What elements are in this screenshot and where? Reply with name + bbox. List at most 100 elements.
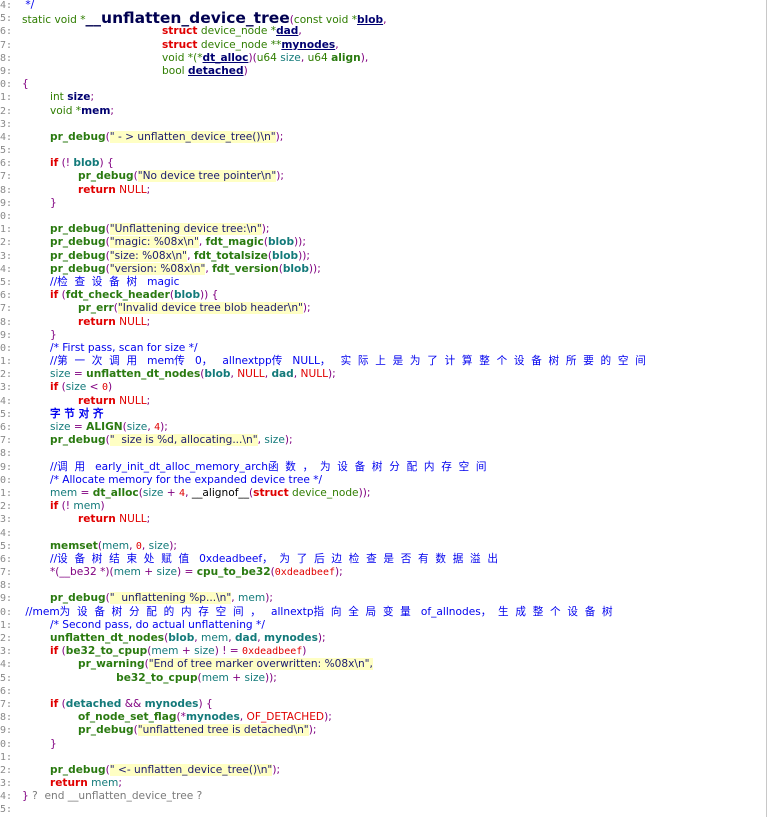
code-line[interactable]: 4:} ? end __unflatten_device_tree ? [0,790,766,803]
line-number: 8: [0,316,13,328]
code-line[interactable]: 9: } [0,329,766,342]
code-text: //第 一 次 调 用 mem传 0， allnextpp传 NULL， 实 际… [22,355,646,368]
punctuation: { [22,78,29,91]
code-line[interactable]: 9: bool detached) [0,65,766,78]
code-line[interactable]: 5: static void *__unflatten_device_tree(c… [0,10,766,26]
punctuation: , [198,236,206,249]
code-line[interactable]: 1: [0,751,766,764]
string-literal: "Invalid device tree blob header\n" [117,302,303,315]
code-line[interactable]: 4: pr_warning("End of tree marker overwr… [0,658,766,671]
code-line[interactable]: 9: //调 用 early_init_dt_alloc_memory_arch… [0,461,766,474]
line-number: 7: [0,567,13,579]
punctuation: , [298,25,302,38]
code-line[interactable]: 1: /* Second pass, do actual unflattenin… [0,619,766,632]
code-line[interactable]: 8: return NULL; [0,184,766,197]
variable: mem [113,566,141,579]
parameter: dt_alloc [202,51,249,64]
code-line[interactable]: 7: pr_debug("No device tree pointer\n"); [0,170,766,183]
code-line[interactable]: 2: if (! mem) [0,500,766,513]
code-line[interactable]: 1: //第 一 次 调 用 mem传 0， allnextpp传 NULL， … [0,355,766,368]
code-editor[interactable]: 4: */5: static void *__unflatten_device_t… [0,0,767,817]
code-line[interactable]: 6: struct device_node *dad, [0,25,766,38]
code-line[interactable]: 3: if (be32_to_cpup(mem + size) ! = 0xde… [0,645,766,658]
code-line[interactable]: 1: mem = dt_alloc(size + 4, __alignof__(… [0,487,766,500]
code-text: //调 用 early_init_dt_alloc_memory_arch函 数… [22,461,487,474]
code-line[interactable]: 2: void *mem; [0,105,766,118]
code-text: if (fdt_check_header(blob)) { [22,289,218,302]
line-number: 4: [0,395,13,407]
line-number: 2: [0,105,13,117]
code-line[interactable]: 2: pr_debug("magic: %08x\n", fdt_magic(b… [0,236,766,249]
code-line[interactable]: 9: } [0,197,766,210]
code-text: //mem为 设 备 树 分 配 的 内 存 空 间 ， allnextp指 向… [22,606,612,619]
code-text: /* First pass, scan for size */ [22,342,198,355]
code-line[interactable]: 0: [0,210,766,223]
function-call: pr_debug [50,223,106,236]
comment: 字 节 对 齐 [50,407,104,420]
code-line[interactable]: 4: return NULL; [0,395,766,408]
code-line[interactable]: 3: return mem; [0,777,766,790]
code-line[interactable]: 5: be32_to_cpup(mem + size)); [0,672,766,685]
code-line[interactable]: 6: //设 备 树 结 束 处 赋 值 0xdeadbeef， 为 了 后 边… [0,553,766,566]
comment: /* Second pass, do actual unflattening *… [50,618,265,631]
code-line[interactable]: 7: pr_debug(" size is %d, allocating...\… [0,434,766,447]
code-line[interactable]: 0: /* Allocate memory for the expanded d… [0,474,766,487]
line-number: 5: [0,804,13,816]
code-line[interactable]: 7: pr_err("Invalid device tree blob head… [0,302,766,315]
punctuation: ); [324,711,332,724]
code-line[interactable]: 8: [0,579,766,592]
code-line[interactable]: 3: pr_debug("size: %08x\n", fdt_totalsiz… [0,249,766,263]
code-line[interactable]: 6: size = ALIGN(size, 4); [0,421,766,434]
code-line[interactable]: 8: of_node_set_flag(*mynodes, OF_DETACHE… [0,711,766,724]
variable: size [50,421,71,433]
code-line[interactable]: 1: pr_debug("Unflattening device tree:\n… [0,223,766,236]
code-line[interactable]: 0: { [0,78,766,91]
code-line[interactable]: 0: //mem为 设 备 树 分 配 的 内 存 空 间 ， allnextp… [0,606,766,619]
code-line[interactable]: 3: [0,118,766,131]
code-line[interactable]: 0: /* First pass, scan for size */ [0,342,766,355]
code-line[interactable]: 7: *(__be32 *)(mem + size) = cpu_to_be32… [0,566,766,579]
line-number: 1: [0,751,13,763]
code-line[interactable]: 5: [0,144,766,157]
code-line[interactable]: 7: if (detached && mynodes) { [0,698,766,711]
code-line[interactable]: 2: unflatten_dt_nodes(blob, mem, dad, my… [0,632,766,645]
code-line[interactable]: 0: } [0,738,766,751]
code-line[interactable]: 4: pr_debug("version: %08x\n", fdt_versi… [0,262,766,276]
end-marker: ? end __unflatten_device_tree ? [28,790,203,803]
code-line[interactable]: 2: size = unflatten_dt_nodes(blob, NULL,… [0,368,766,381]
line-number: 0: [0,79,13,91]
code-line[interactable]: 4: [0,527,766,540]
code-line[interactable]: 8: void *(*dt_alloc)(u64 size, u64 align… [0,52,766,65]
function-call: pr_err [78,302,114,315]
code-line[interactable]: 3: return NULL; [0,513,766,526]
code-line[interactable]: 5: //检 查 设 备 树 magic [0,276,766,289]
code-line[interactable]: 4: pr_debug(" - > unflatten_device_tree(… [0,130,766,144]
code-text: //检 查 设 备 树 magic [22,276,179,289]
code-line[interactable]: 7: struct device_node **mynodes, [0,39,766,52]
code-line[interactable]: 5: [0,803,766,816]
code-line[interactable]: 5: memset(mem, 0, size); [0,540,766,553]
keyword: return [78,183,116,196]
type: void * [50,104,82,117]
function-call: ALIGN [86,421,123,433]
code-line[interactable]: 3: if (size < 0) [0,381,766,394]
code-line[interactable]: 8: [0,447,766,460]
code-line[interactable]: 6: if (! blob) { [0,157,766,170]
code-line[interactable]: 2: pr_debug(" <- unflatten_device_tree()… [0,763,766,777]
code-text: return NULL; [22,316,150,329]
code-line[interactable]: 9: pr_debug("unflattened tree is detache… [0,724,766,737]
code-line[interactable]: 5: 字 节 对 齐 [0,408,766,421]
code-line[interactable]: 8: return NULL; [0,316,766,329]
code-line[interactable]: 6: if (fdt_check_header(blob)) { [0,289,766,302]
code-line[interactable]: 6: [0,685,766,698]
variable: size [264,434,285,447]
punctuation: = [70,368,87,381]
line-number: 8: [0,712,13,724]
line-number: 5: [0,145,13,157]
code-line[interactable]: 1: int size; [0,91,766,104]
code-line[interactable]: 9: pr_debug(" unflattening %p...\n", mem… [0,592,766,605]
